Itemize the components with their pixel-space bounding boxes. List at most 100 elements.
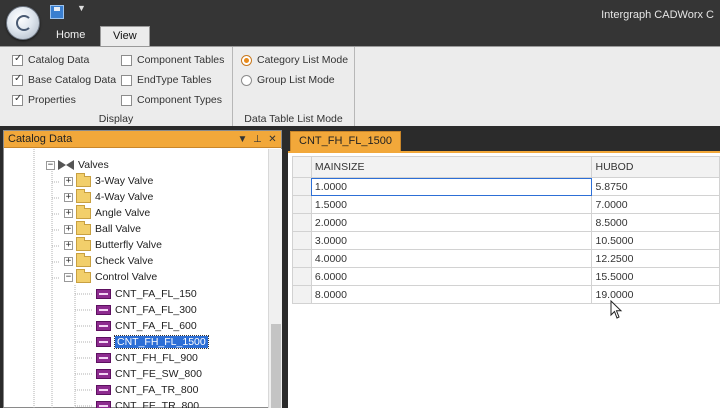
table-cell[interactable]: 4.0000 (310, 249, 593, 268)
close-icon[interactable]: ✕ (266, 134, 279, 145)
tree-item-cnt-fe-tr-800[interactable]: CNT_FE_TR_800 (96, 398, 199, 408)
tree-item-cnt-fa-fl-600[interactable]: CNT_FA_FL_600 (96, 318, 197, 334)
app-title: Intergraph CADWorx C (601, 9, 714, 21)
component-tables-checkbox[interactable]: Component Tables (121, 52, 224, 68)
panel-header: Catalog Data ▼ ⊥ ✕ (4, 131, 281, 148)
checkbox-unchecked[interactable] (121, 94, 132, 106)
properties-checkbox[interactable]: Properties (12, 92, 76, 108)
collapse-icon[interactable]: − (64, 272, 73, 282)
tree-node-valves[interactable]: − Valves (46, 157, 109, 173)
table-cell[interactable]: 15.5000 (591, 267, 720, 286)
tree-node-4-way-valve[interactable]: +4-Way Valve (64, 188, 153, 205)
table-cell[interactable]: 7.0000 (591, 195, 720, 214)
tree-item-cnt-fh-fl-1500[interactable]: CNT_FH_FL_1500 (96, 334, 209, 350)
catalog-data-checkbox[interactable]: Catalog Data (12, 52, 89, 68)
tab-home[interactable]: Home (44, 26, 97, 46)
app-logo-icon (16, 15, 32, 31)
expand-icon[interactable]: + (64, 208, 73, 218)
table-header-row: MAINSIZE HUBOD (292, 156, 720, 178)
expand-icon[interactable]: + (64, 192, 73, 202)
table-cell[interactable]: 10.5000 (591, 231, 720, 250)
row-header[interactable] (292, 285, 312, 304)
table-cell[interactable]: 1.5000 (310, 195, 593, 214)
list-mode-group-caption: Data Table List Mode (244, 113, 343, 125)
column-header-hubod[interactable]: HUBOD (591, 156, 720, 178)
folder-icon (76, 172, 91, 187)
base-catalog-data-checkbox[interactable]: Base Catalog Data (12, 72, 116, 88)
table-row[interactable]: 1.5000 7.0000 (292, 195, 720, 214)
table-cell[interactable]: 6.0000 (310, 267, 593, 286)
table-cell[interactable]: 8.0000 (310, 285, 593, 304)
component-types-checkbox[interactable]: Component Types (121, 92, 222, 108)
save-icon[interactable] (50, 5, 64, 19)
folder-icon (76, 236, 91, 251)
row-header[interactable] (292, 177, 312, 196)
table-cell[interactable]: 5.8750 (591, 177, 720, 196)
checkbox-unchecked[interactable] (121, 54, 132, 66)
row-header[interactable] (292, 213, 312, 232)
component-table-icon (96, 385, 111, 395)
table-cell[interactable]: 3.0000 (310, 231, 593, 250)
endtype-tables-checkbox[interactable]: EndType Tables (121, 72, 212, 88)
row-header[interactable] (292, 231, 312, 250)
component-table-icon (96, 289, 111, 299)
scrollbar-thumb[interactable] (271, 324, 281, 408)
expand-icon[interactable]: + (64, 256, 73, 266)
table-cell[interactable]: 1.0000 (310, 177, 593, 196)
tree-node-butterfly-valve[interactable]: + Butterfly Valve (64, 236, 162, 253)
checkbox-checked[interactable] (12, 73, 23, 86)
application-menu-button[interactable] (6, 6, 40, 40)
table-row[interactable]: 8.0000 19.0000 (292, 285, 720, 304)
tree-node-ball-valve[interactable]: + Ball Valve (64, 220, 141, 237)
folder-open-icon (76, 268, 91, 283)
expand-icon[interactable]: + (64, 176, 73, 186)
display-group-caption: Display (98, 113, 134, 125)
tree-item-cnt-fa-fl-300[interactable]: CNT_FA_FL_300 (96, 302, 197, 318)
tree-node-3-way-valve[interactable]: +3-Way Valve (64, 172, 153, 189)
expand-icon[interactable]: + (64, 240, 73, 250)
data-table[interactable]: MAINSIZE HUBOD 1.0000 5.8750 1.5000 7.0000… (292, 156, 720, 304)
data-table-area: MAINSIZE HUBOD 1.0000 5.8750 1.5000 7.0000… (288, 151, 720, 408)
panel-dropdown-icon[interactable]: ▼ (236, 134, 249, 145)
collapse-icon[interactable]: − (46, 160, 55, 170)
tree-item-cnt-fa-fl-150[interactable]: CNT_FA_FL_150 (96, 286, 197, 302)
radio-unselected[interactable] (241, 74, 252, 86)
checkbox-checked[interactable] (12, 53, 23, 66)
column-header-mainsize[interactable]: MAINSIZE (310, 156, 593, 178)
catalog-tree[interactable]: − Valves +3-Way Valve +4-Way Valve + Angle… (4, 149, 267, 408)
checkbox-unchecked[interactable] (121, 74, 132, 86)
tree-node-control-valve[interactable]: − Control Valve (64, 268, 157, 285)
row-header[interactable] (292, 267, 312, 286)
component-table-icon (96, 353, 111, 363)
tab-view[interactable]: View (100, 26, 150, 47)
component-table-icon (96, 401, 111, 408)
checkbox-checked[interactable] (12, 93, 23, 106)
folder-icon (76, 252, 91, 267)
table-row[interactable]: 2.0000 8.5000 (292, 213, 720, 232)
component-table-icon (96, 321, 111, 331)
row-header[interactable] (292, 249, 312, 268)
quick-access-dropdown-icon[interactable]: ▼ (77, 3, 86, 13)
table-cell[interactable]: 12.2500 (591, 249, 720, 268)
tree-item-cnt-fh-fl-900[interactable]: CNT_FH_FL_900 (96, 350, 198, 366)
corner-cell[interactable] (292, 156, 312, 178)
table-cell[interactable]: 2.0000 (310, 213, 593, 232)
table-row[interactable]: 6.0000 15.5000 (292, 267, 720, 286)
radio-selected[interactable] (241, 54, 252, 66)
table-row[interactable]: 3.0000 10.5000 (292, 231, 720, 250)
table-cell[interactable]: 8.5000 (591, 213, 720, 232)
tree-node-angle-valve[interactable]: + Angle Valve (64, 204, 150, 221)
category-list-mode-radio[interactable]: Category List Mode (241, 52, 348, 68)
pin-icon[interactable]: ⊥ (251, 134, 264, 145)
expand-icon[interactable]: + (64, 224, 73, 234)
display-group: Catalog Data Base Catalog Data Propertie… (0, 47, 233, 127)
document-tab[interactable]: CNT_FH_FL_1500 (290, 131, 401, 151)
row-header[interactable] (292, 195, 312, 214)
table-row[interactable]: 1.0000 5.8750 (292, 177, 720, 196)
group-list-mode-radio[interactable]: Group List Mode (241, 72, 335, 88)
tree-scrollbar[interactable] (268, 149, 282, 408)
tree-item-cnt-fa-tr-800[interactable]: CNT_FA_TR_800 (96, 382, 198, 398)
table-row[interactable]: 4.0000 12.2500 (292, 249, 720, 268)
tree-item-cnt-fe-sw-800[interactable]: CNT_FE_SW_800 (96, 366, 202, 382)
tree-node-check-valve[interactable]: + Check Valve (64, 252, 153, 269)
